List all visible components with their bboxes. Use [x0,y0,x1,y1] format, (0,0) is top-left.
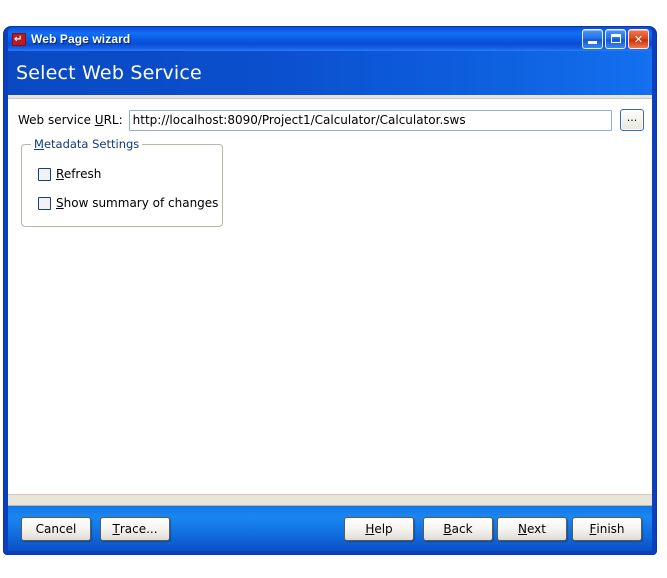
title-bar: ↵ Web Page wizard ✕ [8,27,652,51]
refresh-label: Refresh [56,167,101,181]
help-post: elp [374,522,393,536]
minimize-button[interactable] [582,29,603,49]
trace-accelerator: T [112,522,120,536]
legend-accelerator: M [34,137,44,151]
minimize-icon [588,41,597,44]
metadata-settings-group: Metadata Settings Refresh Show summary o… [21,137,223,227]
maximize-icon [611,34,621,43]
metadata-settings-legend: Metadata Settings [31,137,143,151]
window-icon: ↵ [11,31,27,47]
footer-separator-strip [8,494,652,506]
refresh-checkbox[interactable] [38,167,51,181]
show-summary-accelerator: S [56,196,64,210]
back-post: ack [451,522,473,536]
trace-post: race... [119,522,158,536]
arrow-icon: ↵ [14,34,23,45]
refresh-accelerator: R [56,167,64,181]
next-button[interactable]: Next [497,517,567,541]
show-summary-label: Show summary of changes [56,196,218,210]
trace-button[interactable]: Trace... [100,517,170,541]
browse-button[interactable]: ... [620,109,644,131]
show-summary-checkbox[interactable] [38,196,51,210]
close-button[interactable]: ✕ [628,29,649,49]
wizard-content: Web service URL: ... Metadata Settings R… [8,99,652,494]
window-title: Web Page wizard [31,32,131,46]
page-banner: Select Web Service [8,51,652,95]
url-label-accelerator: U [94,113,104,127]
finish-button[interactable]: Finish [572,517,642,541]
close-icon: ✕ [633,32,644,46]
wizard-window: ↵ Web Page wizard ✕ Select Web Service W… [4,27,656,554]
window-controls: ✕ [582,29,649,49]
checkbox-row-show-summary[interactable]: Show summary of changes [38,196,218,210]
help-button[interactable]: Help [344,517,414,541]
show-summary-text: how summary of changes [63,196,219,210]
web-service-url-row: Web service URL: ... [18,109,644,131]
next-post: ext [527,522,546,536]
refresh-text: efresh [63,167,102,181]
maximize-button[interactable] [605,29,626,49]
help-accelerator: H [365,522,375,536]
url-label-pre: Web service [18,113,95,127]
wizard-footer: Cancel Trace... Help Back Next Finish [8,506,652,551]
back-accelerator: B [443,522,452,536]
legend-rest: etadata Settings [43,137,140,151]
back-button[interactable]: Back [423,517,493,541]
web-service-url-input[interactable] [128,109,612,131]
finish-post: inish [596,522,625,536]
checkbox-row-refresh[interactable]: Refresh [38,167,101,181]
page-title: Select Web Service [16,62,202,84]
web-service-url-label: Web service URL: [18,113,123,127]
cancel-button[interactable]: Cancel [21,517,91,541]
url-label-post: RL: [103,113,123,127]
cancel-pre: Cancel [35,522,77,536]
finish-accelerator: F [589,522,597,536]
next-accelerator: N [518,522,527,536]
